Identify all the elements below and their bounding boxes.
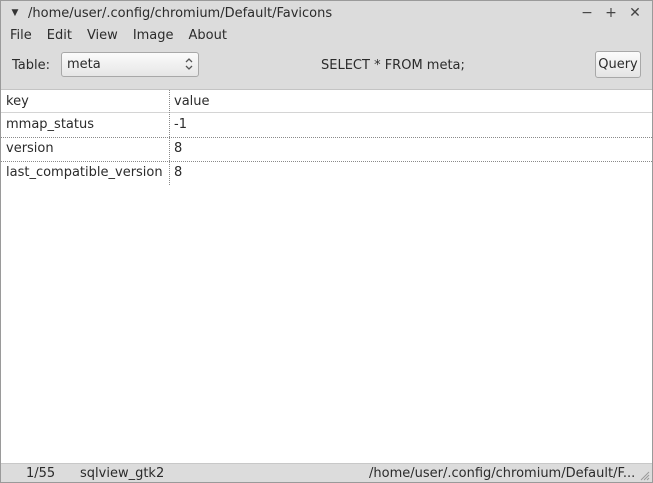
- status-app-name: sqlview_gtk2: [80, 466, 165, 481]
- status-file-path: /home/user/.config/chromium/Default/F...: [369, 466, 636, 481]
- menu-image[interactable]: Image: [125, 28, 181, 43]
- query-button[interactable]: Query: [595, 51, 641, 78]
- updown-arrows-icon: [185, 58, 193, 70]
- close-icon[interactable]: ✕: [628, 5, 642, 21]
- data-table[interactable]: key value mmap_status -1 version 8 last_…: [1, 90, 652, 463]
- table-row[interactable]: last_compatible_version 8: [1, 161, 652, 184]
- table-cell-key[interactable]: last_compatible_version: [6, 161, 166, 184]
- table-row[interactable]: version 8: [1, 137, 652, 160]
- menu-bar: File Edit View Image About: [1, 25, 652, 46]
- app-window: ▼ /home/user/.config/chromium/Default/Fa…: [0, 0, 653, 483]
- status-record-count: 1/55: [26, 466, 56, 481]
- table-select[interactable]: meta: [61, 52, 199, 77]
- status-bar: 1/55 sqlview_gtk2 /home/user/.config/chr…: [1, 463, 652, 482]
- window-controls: − + ✕: [580, 1, 642, 25]
- title-bar[interactable]: ▼ /home/user/.config/chromium/Default/Fa…: [1, 1, 652, 25]
- table-cell-key[interactable]: mmap_status: [6, 113, 166, 136]
- window-title: /home/user/.config/chromium/Default/Favi…: [28, 5, 333, 21]
- sql-query-text[interactable]: SELECT * FROM meta;: [321, 58, 465, 73]
- table-select-value: meta: [67, 57, 101, 72]
- table-cell-value[interactable]: 8: [174, 161, 644, 184]
- table-cell-value[interactable]: 8: [174, 137, 644, 160]
- menu-file[interactable]: File: [1, 28, 39, 43]
- column-header-value[interactable]: value: [174, 90, 644, 113]
- maximize-icon[interactable]: +: [604, 5, 618, 21]
- window-menu-icon[interactable]: ▼: [9, 8, 21, 18]
- table-header: key value: [1, 90, 652, 113]
- menu-about[interactable]: About: [181, 28, 234, 43]
- menu-view[interactable]: View: [79, 28, 125, 43]
- menu-edit[interactable]: Edit: [39, 28, 79, 43]
- table-row[interactable]: mmap_status -1: [1, 113, 652, 136]
- column-divider[interactable]: [169, 90, 170, 185]
- minimize-icon[interactable]: −: [580, 5, 594, 21]
- table-cell-key[interactable]: version: [6, 137, 166, 160]
- column-header-key[interactable]: key: [6, 90, 166, 113]
- table-label: Table:: [12, 58, 50, 73]
- toolbar: Table: meta SELECT * FROM meta; Query: [1, 46, 652, 90]
- table-cell-value[interactable]: -1: [174, 113, 644, 136]
- resize-grip-icon[interactable]: [640, 471, 650, 481]
